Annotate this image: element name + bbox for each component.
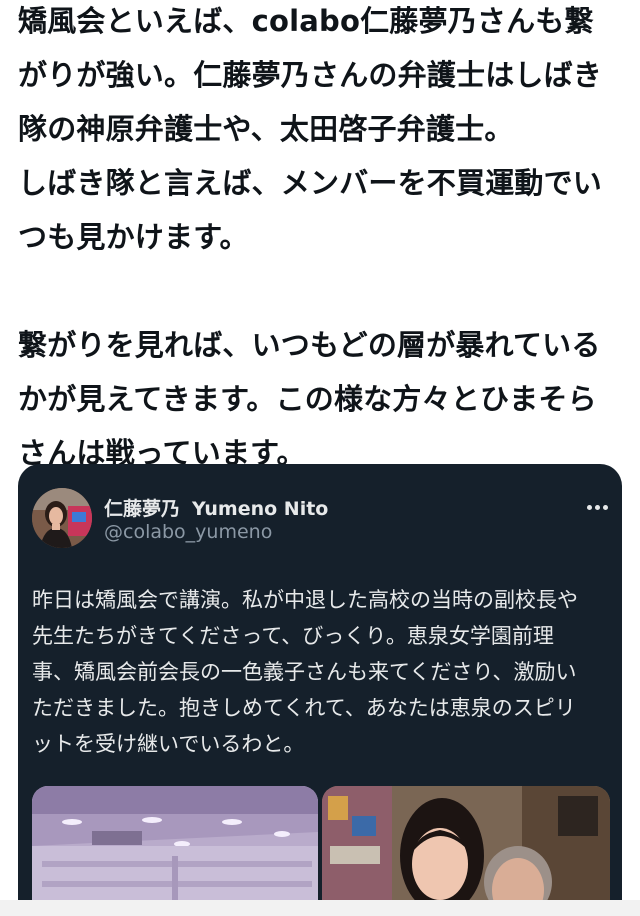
quoted-line: ただきました。抱きしめてくれて、あなたは恵泉のスピリ bbox=[32, 696, 576, 720]
more-dot bbox=[594, 504, 600, 510]
more-dot bbox=[586, 504, 592, 510]
quoted-line: 事、矯風会前会長の一色義子さんも来てくださり、激励い bbox=[32, 660, 577, 684]
post-line: しばき隊と言えば、メンバーを不買運動でい bbox=[18, 166, 603, 200]
more-dot bbox=[602, 504, 608, 510]
post-line: かが見えてきます。この様な方々とひまそら bbox=[18, 382, 597, 416]
bottom-edge bbox=[0, 900, 640, 916]
people-image bbox=[322, 786, 610, 916]
quoted-tweet-card[interactable]: 仁藤夢乃 Yumeno Nito @colabo_yumeno 昨日は矯風会で講演… bbox=[18, 464, 622, 916]
author-name-en: Yumeno Nito bbox=[192, 498, 329, 520]
avatar[interactable] bbox=[32, 488, 92, 548]
post-line: 繋がりを見れば、いつもどの層が暴れている bbox=[18, 328, 601, 362]
author-handle[interactable]: @colabo_yumeno bbox=[104, 521, 272, 543]
author-name-jp: 仁藤夢乃 bbox=[104, 498, 181, 520]
post-body: 矯風会といえば、colabo仁藤夢乃さんも繋 がりが強い。仁藤夢乃さんの弁護士は… bbox=[18, 0, 630, 480]
post-line: 隊の神原弁護士や、太田啓子弁護士。 bbox=[18, 112, 514, 146]
hall-image bbox=[32, 786, 318, 916]
quoted-line: 昨日は矯風会で講演。私が中退した高校の当時の副校長や bbox=[32, 588, 578, 612]
post-line: つも見かけます。 bbox=[18, 220, 249, 254]
media-photo-people[interactable] bbox=[322, 786, 610, 916]
author-name[interactable]: 仁藤夢乃 Yumeno Nito bbox=[104, 494, 328, 521]
quoted-line: ットを受け継いでいるわと。 bbox=[32, 732, 305, 756]
quoted-line: 先生たちがきてくださって、びっくり。恵泉女学園前理 bbox=[32, 624, 554, 648]
post-line: がりが強い。仁藤夢乃さんの弁護士はしばき bbox=[18, 58, 603, 92]
post-line: 矯風会といえば、colabo仁藤夢乃さんも繋 bbox=[18, 4, 594, 38]
quoted-tweet-text: 昨日は矯風会で講演。私が中退した高校の当時の副校長や 先生たちがきてくださって、… bbox=[32, 582, 616, 762]
avatar-image bbox=[32, 488, 92, 548]
more-horizontal-icon[interactable] bbox=[584, 494, 610, 520]
screen: 矯風会といえば、colabo仁藤夢乃さんも繋 がりが強い。仁藤夢乃さんの弁護士は… bbox=[0, 0, 640, 916]
media-photo-hall[interactable] bbox=[32, 786, 318, 916]
